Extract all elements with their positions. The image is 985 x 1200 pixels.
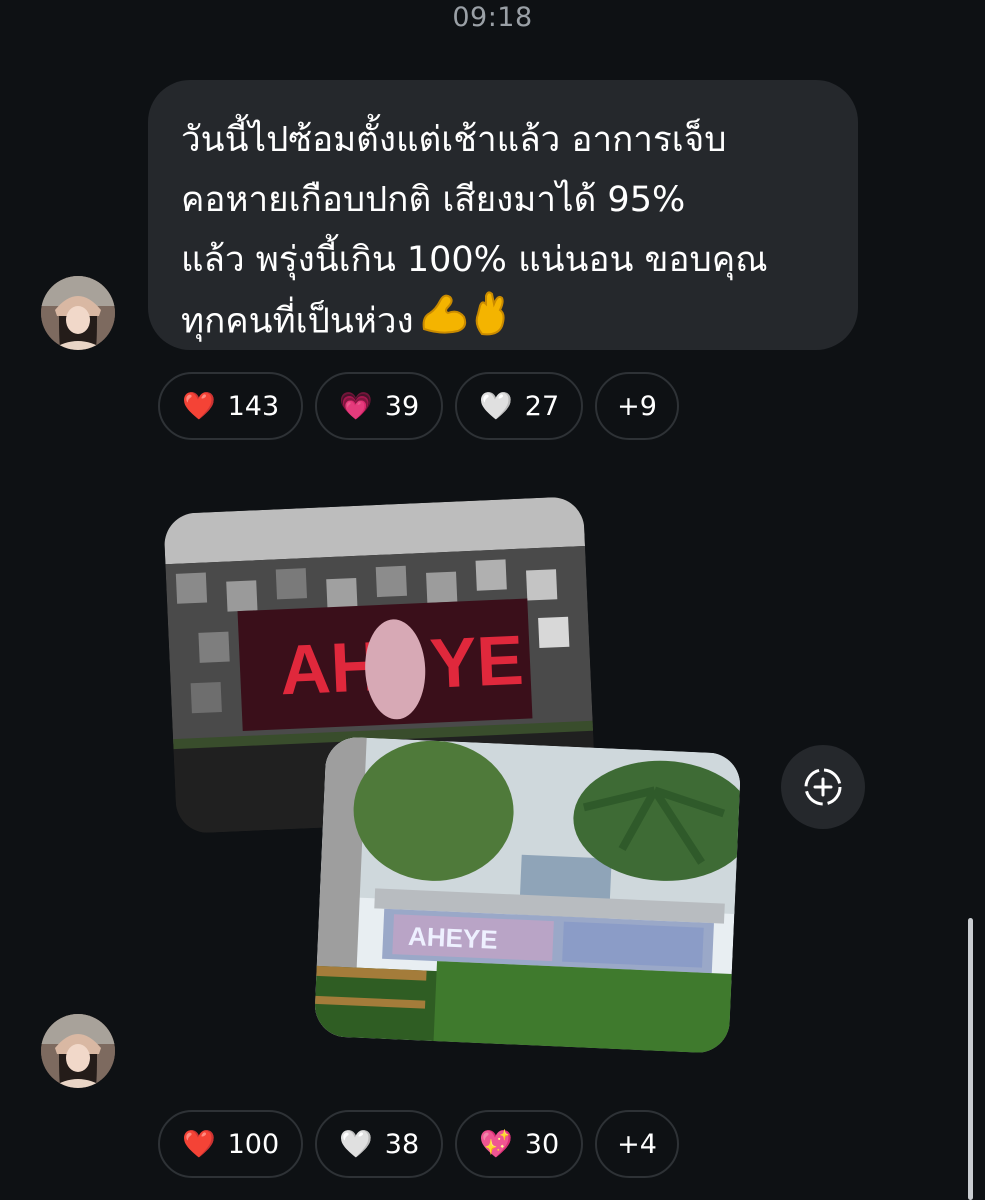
add-reaction-button[interactable] — [781, 745, 865, 829]
reaction-count: 39 — [384, 390, 420, 422]
reaction-count: 27 — [524, 390, 560, 422]
white-heart-icon: 🤍 — [339, 1129, 373, 1160]
reaction-pill[interactable]: ❤️ 100 — [158, 1110, 304, 1178]
svg-text:AHEYE: AHEYE — [407, 921, 498, 955]
reaction-pill[interactable]: 💗 39 — [315, 372, 444, 440]
message-timestamp: 09:18 — [452, 2, 533, 33]
reaction-count: 30 — [524, 1128, 560, 1160]
photo-bus-stop-banner[interactable]: AHEYE — [313, 736, 742, 1054]
scrollbar[interactable] — [968, 918, 973, 1200]
message-line: แล้ว พรุ่งนี้เกิน 100% แน่นอน ขอบคุณ — [181, 240, 768, 280]
reaction-pill[interactable]: 🤍 38 — [315, 1110, 444, 1178]
red-heart-icon: ❤️ — [182, 1129, 216, 1160]
message-bubble[interactable]: วันนี้ไปซ้อมตั้งแต่เช้าแล้ว อาการเจ็บ คอ… — [148, 80, 858, 350]
more-reactions-button[interactable]: +4 — [595, 1110, 679, 1178]
muscle-emoji-icon — [418, 291, 468, 354]
add-reaction-icon — [804, 768, 842, 806]
reaction-bar: ❤️ 100 🤍 38 💖 30 +4 — [158, 1110, 679, 1178]
message-line-last: ทุกคนที่เป็นห่วง — [181, 290, 828, 355]
reaction-pill[interactable]: ❤️ 143 — [158, 372, 304, 440]
sparkling-heart-icon: 💖 — [479, 1129, 513, 1160]
reaction-count: 38 — [384, 1128, 420, 1160]
white-heart-icon: 🤍 — [479, 391, 513, 422]
reaction-pill[interactable]: 🤍 27 — [455, 372, 584, 440]
more-reactions-button[interactable]: +9 — [595, 372, 679, 440]
more-reactions-count: +4 — [617, 1128, 657, 1160]
reaction-bar: ❤️ 143 💗 39 🤍 27 +9 — [158, 372, 679, 440]
reaction-count: 100 — [227, 1128, 280, 1160]
reaction-pill[interactable]: 💖 30 — [455, 1110, 584, 1178]
photo-stack[interactable]: AH YE AHEYE — [160, 495, 760, 1065]
svg-text:YE: YE — [428, 621, 525, 703]
message-line: ทุกคนที่เป็นห่วง — [181, 301, 414, 342]
pink-heart-icon: 💗 — [339, 391, 373, 422]
more-reactions-count: +9 — [617, 390, 657, 422]
message-line: วันนี้ไปซ้อมตั้งแต่เช้าแล้ว อาการเจ็บ — [181, 120, 727, 160]
avatar[interactable] — [41, 1014, 115, 1088]
crossed-fingers-emoji-icon — [472, 290, 508, 355]
avatar[interactable] — [41, 276, 115, 350]
red-heart-icon: ❤️ — [182, 391, 216, 422]
message-line: คอหายเกือบปกติ เสียงมาได้ 95% — [181, 180, 686, 220]
reaction-count: 143 — [227, 390, 280, 422]
